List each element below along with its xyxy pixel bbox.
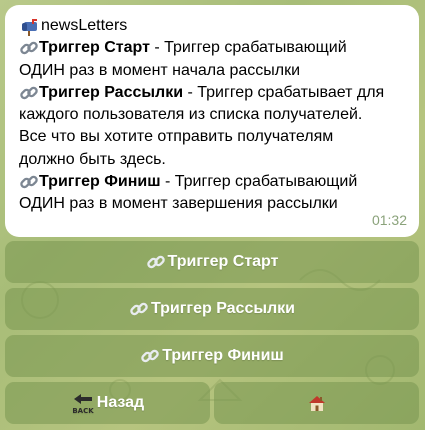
back-icon-text: BACK xyxy=(72,407,94,415)
item-mailing-term: Триггер Рассылки xyxy=(39,83,184,101)
mailbox-icon xyxy=(19,16,39,37)
home-button[interactable] xyxy=(214,382,419,424)
house-icon xyxy=(307,393,327,413)
channel-label: newsLetters xyxy=(41,17,128,34)
message-time: 01:32 xyxy=(371,211,407,228)
link-icon xyxy=(129,299,149,319)
link-icon xyxy=(19,83,39,103)
item-mailing-desc-4: должно быть здесь. xyxy=(19,150,166,168)
item-finish-term: Триггер Финиш xyxy=(39,173,161,191)
item-finish-line: Триггер Финиш - Триггер срабатывающий xyxy=(19,171,405,193)
link-icon xyxy=(146,252,166,272)
item-start-line: Триггер Старт - Триггер срабатывающий xyxy=(19,37,405,59)
item-start-term: Триггер Старт xyxy=(39,39,150,57)
item-start-desc-1: - Триггер срабатывающий xyxy=(149,39,347,57)
item-mailing-desc-1: - Триггер срабатывает для xyxy=(183,83,385,101)
back-label: Назад xyxy=(96,394,145,411)
message-bubble: newsLetters Триггер Старт - Триггер сраб… xyxy=(5,5,419,237)
item-mailing-desc-3: Все что вы хотите отправить получателям xyxy=(19,128,334,146)
trigger-start-button[interactable]: Триггер Старт xyxy=(5,241,419,283)
link-icon xyxy=(19,38,39,58)
channel-title: newsLetters xyxy=(19,15,405,37)
link-icon xyxy=(19,172,39,192)
trigger-mailing-button[interactable]: Триггер Рассылки xyxy=(5,288,419,330)
trigger-finish-button[interactable]: Триггер Финиш xyxy=(5,335,419,377)
trigger-finish-label: Триггер Финиш xyxy=(162,347,284,364)
item-mailing-desc-2: каждого пользователя из списка получател… xyxy=(19,106,363,124)
item-mailing-line: Триггер Рассылки - Триггер срабатывает д… xyxy=(19,82,405,104)
item-finish-desc-1: - Триггер срабатывающий xyxy=(160,173,358,191)
back-arrow-icon: BACK xyxy=(71,391,95,415)
item-finish-desc-2: ОДИН раз в момент завершения рассылки xyxy=(19,195,338,213)
back-button[interactable]: BACK Назад xyxy=(5,382,210,424)
link-icon xyxy=(140,346,160,366)
item-start-desc-2: ОДИН раз в момент начала рассылки xyxy=(19,61,301,79)
trigger-start-label: Триггер Старт xyxy=(167,253,279,270)
trigger-mailing-label: Триггер Рассылки xyxy=(150,300,296,317)
